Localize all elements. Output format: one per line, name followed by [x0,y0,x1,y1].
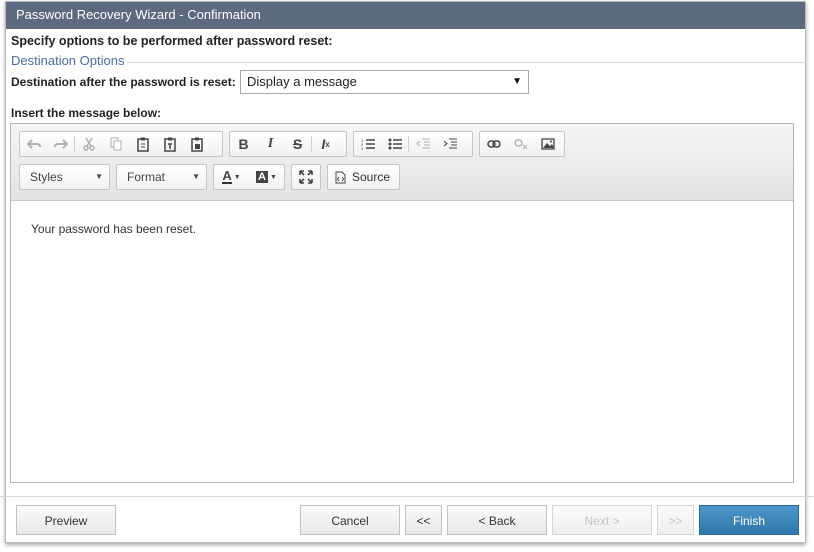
preview-button[interactable]: Preview [16,505,116,535]
strikethrough-icon[interactable]: S [284,132,311,156]
window-title: Password Recovery Wizard - Confirmation [6,2,805,29]
finish-button[interactable]: Finish [699,505,799,535]
rich-text-editor: B I S Ix 123 Styles ▼ Format ▼ A ▼ A ▼ S… [10,123,794,483]
format-label: Format [127,170,166,184]
options-heading: Specify options to be performed after pa… [11,34,333,48]
cut-icon[interactable] [75,132,102,156]
copy-icon[interactable] [102,132,129,156]
link-icon[interactable] [480,132,507,156]
remove-format-icon[interactable]: Ix [312,132,339,156]
back-button[interactable]: < Back [447,505,547,535]
section-divider [127,62,806,63]
colors-group: A ▼ A ▼ [213,164,285,190]
maximize-icon[interactable] [292,165,319,189]
image-icon[interactable] [534,132,561,156]
text-color-icon[interactable]: A ▼ [214,165,249,189]
decrease-indent-icon[interactable] [409,132,436,156]
increase-indent-icon[interactable] [436,132,463,156]
editor-content[interactable]: Your password has been reset. [31,222,196,236]
destination-select[interactable]: Display a message ▼ [240,70,529,94]
clipboard-group [19,131,223,157]
source-label: Source [352,170,391,184]
source-button[interactable]: Source [327,164,400,190]
next-button[interactable]: Next > [552,505,652,535]
redo-icon[interactable] [47,132,74,156]
chevron-down-icon: ▼ [192,172,200,181]
styles-label: Styles [30,170,63,184]
insert-message-label: Insert the message below: [11,106,162,120]
destination-options-title: Destination Options [11,53,125,68]
undo-icon[interactable] [20,132,47,156]
numbered-list-icon[interactable]: 123 [354,132,381,156]
last-page-button[interactable]: >> [657,505,694,535]
maximize-group [291,164,321,190]
bulleted-list-icon[interactable] [381,132,408,156]
bold-icon[interactable]: B [230,132,257,156]
editor-toolbar: B I S Ix 123 Styles ▼ Format ▼ A ▼ A ▼ S… [11,124,793,201]
paste-icon[interactable] [129,132,156,156]
styles-dropdown[interactable]: Styles ▼ [19,164,110,190]
destination-label: Destination after the password is reset: [11,75,236,89]
chevron-down-icon: ▼ [95,172,103,181]
dropdown-arrow-icon: ▼ [512,76,522,87]
cancel-button[interactable]: Cancel [300,505,400,535]
background-color-icon[interactable]: A ▼ [249,165,284,189]
source-icon [335,171,346,183]
svg-text:3: 3 [361,146,364,150]
links-group [479,131,565,157]
italic-icon[interactable]: I [257,132,284,156]
format-dropdown[interactable]: Format ▼ [116,164,207,190]
paste-from-word-icon[interactable] [183,132,210,156]
paragraph-group: 123 [353,131,473,157]
first-page-button[interactable]: << [405,505,442,535]
paste-text-icon[interactable] [156,132,183,156]
basic-styles-group: B I S Ix [229,131,347,157]
unlink-icon[interactable] [507,132,534,156]
destination-value: Display a message [247,74,357,89]
